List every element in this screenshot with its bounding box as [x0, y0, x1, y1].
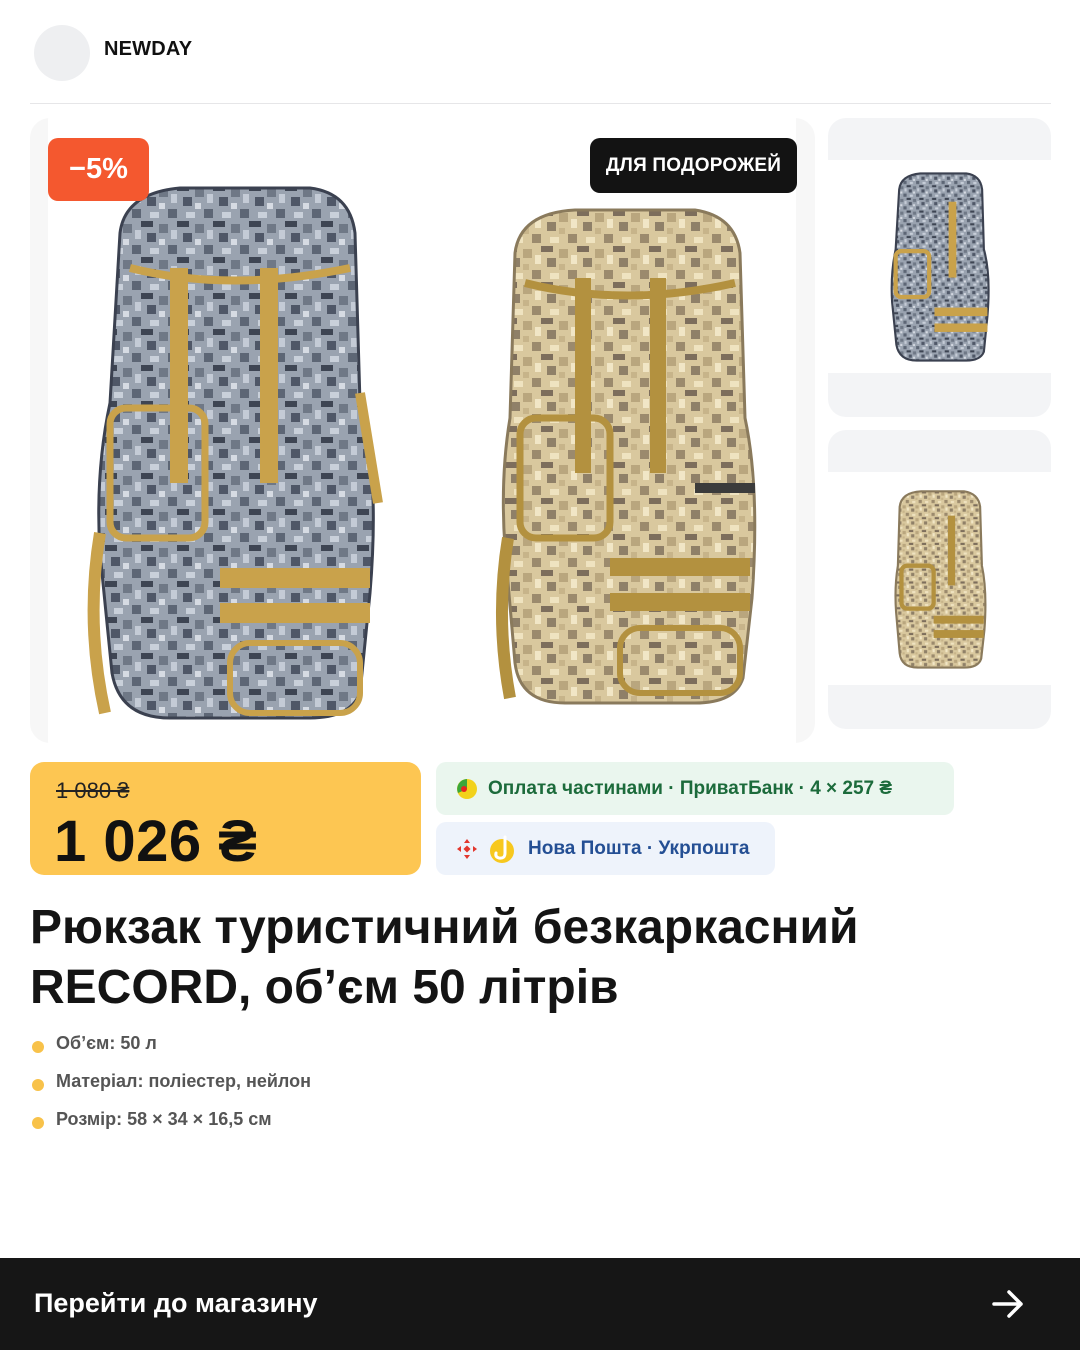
- backpack-gray-image: [87, 186, 383, 720]
- spec-item: Матеріал: поліестер, нейлон: [30, 1068, 311, 1106]
- spec-text: Розмір: 58 × 34 × 16,5 см: [56, 1109, 272, 1129]
- privatbank-icon: [457, 778, 477, 799]
- thumbnail-gray-image: [890, 172, 990, 362]
- thumbnail-sand-image: [894, 490, 987, 669]
- current-price: 1 026 ₴: [54, 809, 258, 874]
- old-price: 1 080 ₴: [56, 778, 130, 803]
- shipping-text: Нова Пошта · Укрпошта: [528, 837, 750, 859]
- go-to-store-button[interactable]: Перейти до магазину: [0, 1258, 1080, 1350]
- discount-badge: −5%: [48, 138, 149, 201]
- installment-payment-text: Оплата частинами · ПриватБанк · 4 × 257 …: [488, 777, 893, 799]
- bullet-icon: [32, 1041, 44, 1053]
- bullet-icon: [32, 1117, 44, 1129]
- thumbnail-sand[interactable]: [828, 430, 1051, 729]
- go-to-store-label: Перейти до магазину: [34, 1288, 318, 1318]
- nova-poshta-icon: [457, 838, 477, 859]
- spec-item: Розмір: 58 × 34 × 16,5 см: [30, 1106, 311, 1144]
- bullet-icon: [32, 1079, 44, 1091]
- spec-item: Обʼєм: 50 л: [30, 1030, 311, 1068]
- ukrposhta-icon: [490, 835, 514, 863]
- category-tag-badge: ДЛЯ ПОДОРОЖЕЙ: [590, 138, 797, 193]
- product-title: Рюкзак туристичний безкаркасний RECORD, …: [30, 901, 859, 1014]
- spec-text: Обʼєм: 50 л: [56, 1033, 157, 1053]
- thumbnail-gray[interactable]: [828, 118, 1051, 417]
- installment-payment-pill[interactable]: Оплата частинами · ПриватБанк · 4 × 257 …: [436, 762, 954, 815]
- arrow-right-icon: [992, 1290, 1023, 1318]
- backpack-sand-image: [495, 208, 757, 705]
- store-name[interactable]: NEWDAY: [104, 38, 192, 61]
- store-header: NEWDAY: [30, 24, 1051, 104]
- spec-list: Обʼєм: 50 л Матеріал: поліестер, нейлон …: [30, 1030, 311, 1144]
- main-product-image[interactable]: [30, 118, 815, 743]
- spec-text: Матеріал: поліестер, нейлон: [56, 1071, 311, 1091]
- shipping-pill[interactable]: Нова Пошта · Укрпошта: [436, 822, 775, 875]
- price-box: 1 080 ₴ 1 026 ₴: [30, 762, 421, 875]
- store-avatar[interactable]: [34, 25, 90, 81]
